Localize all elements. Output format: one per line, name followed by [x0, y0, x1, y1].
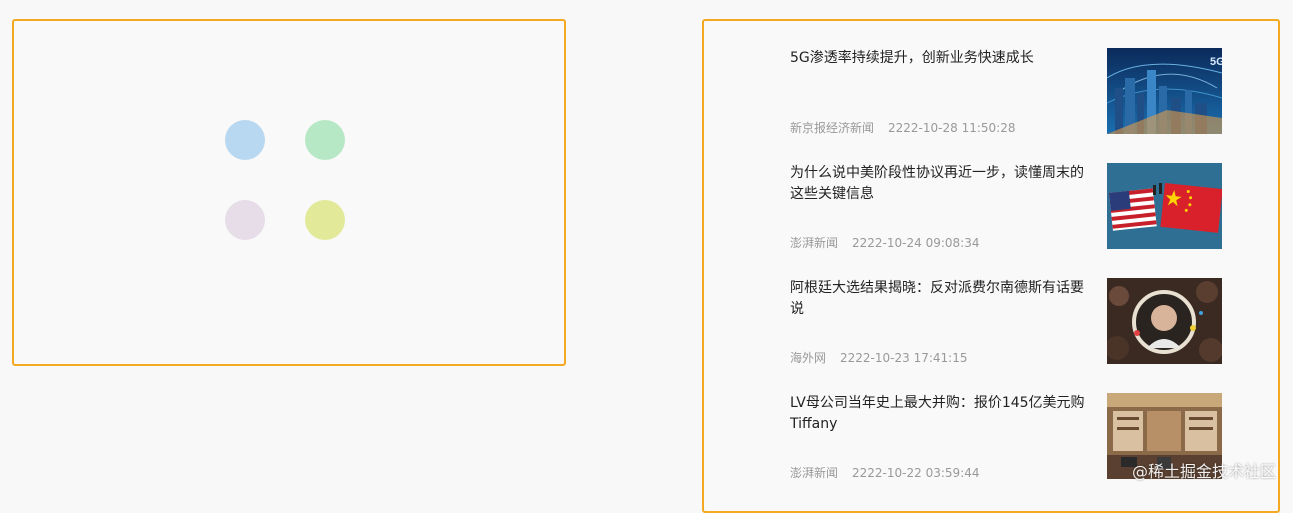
news-source: 澎湃新闻: [790, 236, 839, 250]
news-source: 海外网: [790, 351, 827, 365]
news-item[interactable]: 阿根廷大选结果揭晓：反对派费尔南德斯有话要说 海外网 2222-10-23 17:…: [790, 278, 1222, 365]
news-title[interactable]: 5G渗透率持续提升，创新业务快速成长: [790, 48, 1096, 69]
us-china-flags-image[interactable]: [1107, 163, 1222, 249]
city-network-image[interactable]: 5G: [1107, 48, 1222, 134]
news-time: 2222-10-22 03:59:44: [852, 466, 980, 480]
news-source: 澎湃新闻: [790, 466, 839, 480]
five-g-label: 5G: [1210, 56, 1222, 68]
news-list-panel: 5G渗透率持续提升，创新业务快速成长 新京报经济新闻 2222-10-28 11:…: [702, 19, 1280, 513]
news-source: 新京报经济新闻: [790, 121, 875, 135]
election-crowd-image[interactable]: [1107, 278, 1222, 364]
news-time: 2222-10-28 11:50:28: [888, 121, 1016, 135]
news-item[interactable]: 为什么说中美阶段性协议再近一步，读懂周末的这些关键信息 澎湃新闻 2222-10-…: [790, 163, 1222, 250]
news-meta: 澎湃新闻 2222-10-24 09:08:34: [790, 236, 979, 250]
news-meta: 新京报经济新闻 2222-10-28 11:50:28: [790, 121, 1015, 135]
news-title[interactable]: 为什么说中美阶段性协议再近一步，读懂周末的这些关键信息: [790, 163, 1096, 205]
news-title[interactable]: LV母公司当年史上最大并购：报价145亿美元购Tiffany: [790, 393, 1096, 435]
news-time: 2222-10-23 17:41:15: [840, 351, 968, 365]
news-time: 2222-10-24 09:08:34: [852, 236, 980, 250]
loading-panel: [12, 19, 566, 366]
watermark: @稀土掘金技术社区: [1131, 462, 1276, 481]
loading-dot: [305, 120, 345, 160]
news-title[interactable]: 阿根廷大选结果揭晓：反对派费尔南德斯有话要说: [790, 278, 1096, 320]
loading-dot: [225, 120, 265, 160]
loading-dot: [305, 200, 345, 240]
news-item[interactable]: 5G渗透率持续提升，创新业务快速成长 新京报经济新闻 2222-10-28 11:…: [790, 48, 1222, 135]
loading-dot: [225, 200, 265, 240]
news-meta: 海外网 2222-10-23 17:41:15: [790, 351, 967, 365]
news-meta: 澎湃新闻 2222-10-22 03:59:44: [790, 466, 979, 480]
